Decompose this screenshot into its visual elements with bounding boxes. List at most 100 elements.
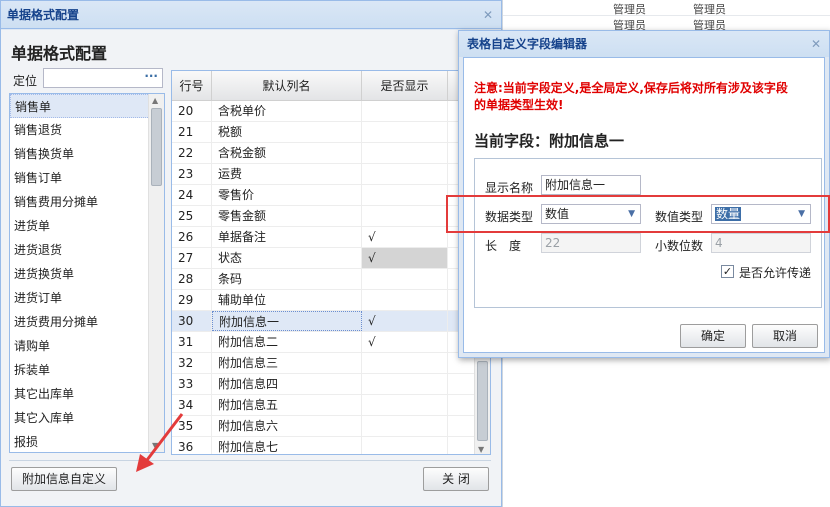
display-name-field[interactable]: 附加信息一 [541, 175, 641, 195]
row-number-cell: 20 [172, 101, 212, 121]
table-row[interactable]: 31 附加信息二 √ [172, 332, 490, 353]
extra-cell [448, 416, 476, 436]
row-number-cell: 27 [172, 248, 212, 268]
default-name-cell[interactable]: 单据备注 [212, 227, 362, 247]
table-row: 管理员 管理员 [503, 0, 830, 16]
field-settings: 显示名称 附加信息一 数据类型 数值 ▼ 数值类型 数量 ▼ 长 度 22 小数… [474, 158, 822, 308]
header-row-no[interactable]: 行号 [172, 71, 212, 101]
default-name-cell[interactable]: 零售金额 [212, 206, 362, 226]
table-row[interactable]: 26 单据备注 √ [172, 227, 490, 248]
default-name-cell[interactable]: 税额 [212, 122, 362, 142]
table-row[interactable]: 33 附加信息四 [172, 374, 490, 395]
default-name-cell[interactable]: 附加信息四 [212, 374, 362, 394]
table-row[interactable]: 21 税额 [172, 122, 490, 143]
list-scrollbar[interactable]: ▲ ▼ [148, 94, 164, 452]
decimals-field[interactable]: 4 [711, 233, 811, 253]
list-item[interactable]: 其它出库单 [10, 382, 164, 406]
list-item[interactable]: 销售单 [10, 94, 164, 118]
table-row[interactable]: 25 零售金额 [172, 206, 490, 227]
custom-extra-info-button[interactable]: 附加信息自定义 [11, 467, 117, 491]
table-row[interactable]: 34 附加信息五 [172, 395, 490, 416]
close-icon[interactable]: ✕ [811, 31, 821, 57]
default-name-cell[interactable]: 含税单价 [212, 101, 362, 121]
default-name-cell[interactable]: 状态 [212, 248, 362, 268]
list-item[interactable]: 销售费用分摊单 [10, 190, 164, 214]
default-name-cell[interactable]: 条码 [212, 269, 362, 289]
row-number-cell: 28 [172, 269, 212, 289]
header-show[interactable]: 是否显示 [362, 71, 448, 101]
list-item[interactable]: 销售换货单 [10, 142, 164, 166]
show-check-cell[interactable] [362, 185, 448, 205]
table-row[interactable]: 24 零售价 [172, 185, 490, 206]
table-row[interactable]: 27 状态 √ [172, 248, 490, 269]
default-name-cell[interactable]: 附加信息六 [212, 416, 362, 436]
row-number-cell: 29 [172, 290, 212, 310]
table-row[interactable]: 32 附加信息三 [172, 353, 490, 374]
list-item[interactable]: 进货费用分摊单 [10, 310, 164, 334]
show-check-cell[interactable] [362, 353, 448, 373]
show-check-cell[interactable] [362, 437, 448, 454]
show-check-cell[interactable] [362, 101, 448, 121]
cancel-button[interactable]: 取消 [752, 324, 818, 348]
close-button[interactable]: 关 闭 [423, 467, 489, 491]
table-row[interactable]: 36 附加信息七 [172, 437, 490, 454]
allow-pass-checkbox[interactable]: ✓ [721, 265, 734, 278]
show-check-cell[interactable] [362, 143, 448, 163]
length-field[interactable]: 22 [541, 233, 641, 253]
locate-input[interactable]: ··· [43, 68, 163, 88]
list-item[interactable]: 销售订单 [10, 166, 164, 190]
show-check-cell[interactable]: √ [362, 248, 448, 268]
row-number-cell: 23 [172, 164, 212, 184]
table-row[interactable]: 23 运费 [172, 164, 490, 185]
show-check-cell[interactable] [362, 164, 448, 184]
close-icon[interactable]: ✕ [483, 1, 493, 29]
scroll-thumb[interactable] [477, 361, 488, 441]
list-item[interactable]: 进货换货单 [10, 262, 164, 286]
list-item[interactable]: 进货单 [10, 214, 164, 238]
default-name-cell[interactable]: 附加信息一 [212, 311, 362, 331]
default-name-cell[interactable]: 附加信息五 [212, 395, 362, 415]
row-number-cell: 30 [172, 311, 212, 331]
row-number-cell: 32 [172, 353, 212, 373]
display-name-label: 显示名称 [485, 181, 534, 195]
table-row[interactable]: 35 附加信息六 [172, 416, 490, 437]
show-check-cell[interactable] [362, 374, 448, 394]
row-number-cell: 24 [172, 185, 212, 205]
show-check-cell[interactable] [362, 122, 448, 142]
list-item[interactable]: 请购单 [10, 334, 164, 358]
show-check-cell[interactable]: √ [362, 311, 448, 331]
show-check-cell[interactable] [362, 206, 448, 226]
scroll-thumb[interactable] [151, 108, 162, 186]
show-check-cell[interactable] [362, 416, 448, 436]
table-row[interactable]: 28 条码 [172, 269, 490, 290]
scroll-up-icon[interactable]: ▲ [152, 96, 158, 105]
default-name-cell[interactable]: 附加信息三 [212, 353, 362, 373]
bottom-toolbar: 附加信息自定义 关 闭 [9, 460, 491, 496]
table-row[interactable]: 29 辅助单位 [172, 290, 490, 311]
header-default-name[interactable]: 默认列名 [212, 71, 362, 101]
field-grid: 行号 默认列名 是否显示 20 含税单价 21 税额 22 含税金额 23 运费 24 零售价 25… [171, 70, 491, 455]
table-row[interactable]: 30 附加信息一 √ [172, 311, 490, 332]
default-name-cell[interactable]: 运费 [212, 164, 362, 184]
default-name-cell[interactable]: 零售价 [212, 185, 362, 205]
list-item[interactable]: 拆装单 [10, 358, 164, 382]
red-arrow-annotation [136, 413, 184, 472]
default-name-cell[interactable]: 含税金额 [212, 143, 362, 163]
show-check-cell[interactable] [362, 290, 448, 310]
list-item[interactable]: 进货退货 [10, 238, 164, 262]
show-check-cell[interactable]: √ [362, 332, 448, 352]
list-item[interactable]: 销售退货 [10, 118, 164, 142]
table-row[interactable]: 20 含税单价 [172, 101, 490, 122]
scroll-down-icon[interactable]: ▼ [478, 445, 484, 454]
ok-button[interactable]: 确定 [680, 324, 746, 348]
table-row[interactable]: 22 含税金额 [172, 143, 490, 164]
default-name-cell[interactable]: 附加信息七 [212, 437, 362, 454]
default-name-cell[interactable]: 附加信息二 [212, 332, 362, 352]
more-icon[interactable]: ··· [144, 69, 158, 83]
default-name-cell[interactable]: 辅助单位 [212, 290, 362, 310]
list-item[interactable]: 进货订单 [10, 286, 164, 310]
show-check-cell[interactable]: √ [362, 227, 448, 247]
show-check-cell[interactable] [362, 395, 448, 415]
window-body: 单据格式配置 定位 ··· ▲ ▼ 销售单 销售退货 销售换货单 销售订单 销售费用分摊… [1, 30, 501, 506]
show-check-cell[interactable] [362, 269, 448, 289]
